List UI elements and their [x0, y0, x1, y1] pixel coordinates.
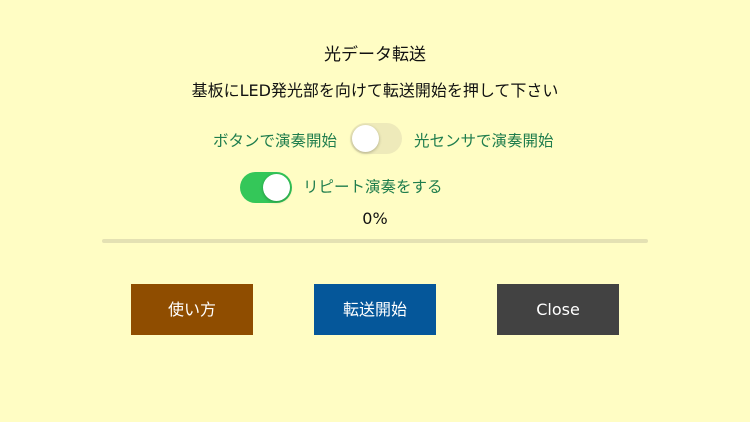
switch-knob	[352, 125, 379, 152]
mode-label-sensor-start: 光センサで演奏開始	[414, 132, 554, 150]
progress-percent: 0%	[362, 209, 388, 228]
repeat-label: リピート演奏をする	[303, 178, 443, 196]
start-mode-switch[interactable]	[350, 123, 402, 154]
mode-label-button-start: ボタンで演奏開始	[212, 132, 337, 150]
switch-knob	[263, 174, 290, 201]
dialog-title: 光データ転送	[324, 45, 426, 65]
close-button[interactable]: Close	[497, 284, 619, 335]
how-to-button[interactable]: 使い方	[131, 284, 253, 335]
instruction-text: 基板にLED発光部を向けて転送開始を押して下さい	[191, 81, 559, 100]
progress-bar	[102, 239, 648, 243]
repeat-switch[interactable]	[240, 172, 292, 203]
start-transfer-button[interactable]: 転送開始	[314, 284, 436, 335]
